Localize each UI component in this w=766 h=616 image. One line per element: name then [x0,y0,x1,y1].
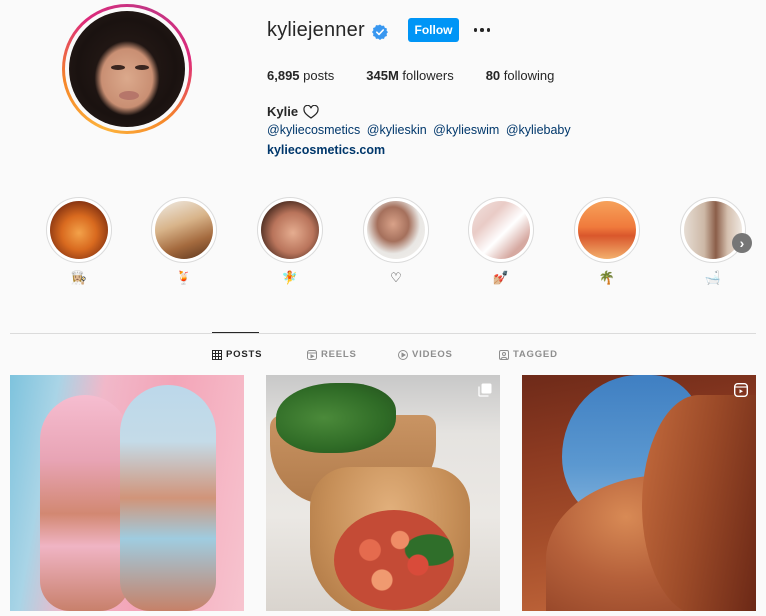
chevron-right-icon[interactable]: › [732,233,752,253]
bio-handle-link[interactable]: @kyliebaby [506,123,571,137]
reels-icon [307,349,317,360]
verified-badge-icon [372,24,388,40]
following-stat[interactable]: 80 following [486,68,555,83]
highlight-label: ♡ [390,270,402,285]
followers-stat[interactable]: 345M followers [366,68,453,83]
highlight-label: 🛁 [704,270,722,285]
tab-reels[interactable]: REELS [307,349,357,360]
bio-handles: @kyliecosmetics @kylieskin @kylieswim @k… [267,123,574,137]
highlight-item[interactable]: 💅🏼 [468,197,534,286]
highlight-item[interactable]: 🌴 [574,197,640,286]
tabs-divider [10,333,756,334]
highlight-label: 🌴 [598,270,616,285]
highlight-cover [684,201,742,259]
bio-handle-link[interactable]: @kyliecosmetics [267,123,360,137]
post-thumbnail[interactable] [266,375,500,611]
profile-username: kyliejenner [267,19,365,41]
bio-handle-link[interactable]: @kylieskin [367,123,427,137]
heart-outline-icon [303,104,319,119]
reels-icon [734,383,748,397]
profile-stats: 6,895 posts 345M followers 80 following [267,68,586,83]
highlight-item[interactable]: ♡ [363,197,429,286]
grid-icon [212,349,222,360]
profile-avatar[interactable] [62,4,192,134]
highlight-label: 👩🏼‍🍳 [70,270,88,285]
profile-full-name: Kylie [267,104,319,119]
play-icon [398,349,408,360]
highlight-label: 🍹 [175,270,193,285]
post-thumbnail[interactable] [522,375,756,611]
highlight-cover [367,201,425,259]
highlight-label: 💅🏼 [492,270,510,285]
highlight-cover [261,201,319,259]
highlight-cover [578,201,636,259]
highlight-item[interactable]: 👩🏼‍🍳 [46,197,112,286]
highlight-cover [472,201,530,259]
highlight-item[interactable]: 🍹 [151,197,217,286]
tag-icon [499,349,509,360]
tab-tagged[interactable]: TAGGED [499,349,558,360]
story-highlights: 👩🏼‍🍳 🍹 🧚 ♡ 💅🏼 🌴 🛁 › [46,197,766,293]
more-options-icon[interactable] [472,21,492,39]
tab-posts[interactable]: POSTS [212,349,262,360]
posts-stat: 6,895 posts [267,68,335,83]
post-thumbnail[interactable] [10,375,244,611]
gallery-icon [478,383,492,397]
highlight-label: 🧚 [281,270,299,285]
tab-videos[interactable]: VIDEOS [398,349,453,360]
profile-photo [69,11,185,127]
follow-button[interactable]: Follow [408,18,459,42]
active-tab-indicator [212,332,259,333]
highlight-item[interactable]: 🧚 [257,197,323,286]
bio-handle-link[interactable]: @kylieswim [433,123,499,137]
highlight-cover [50,201,108,259]
bio-website-link[interactable]: kyliecosmetics.com [267,143,385,157]
highlight-cover [155,201,213,259]
